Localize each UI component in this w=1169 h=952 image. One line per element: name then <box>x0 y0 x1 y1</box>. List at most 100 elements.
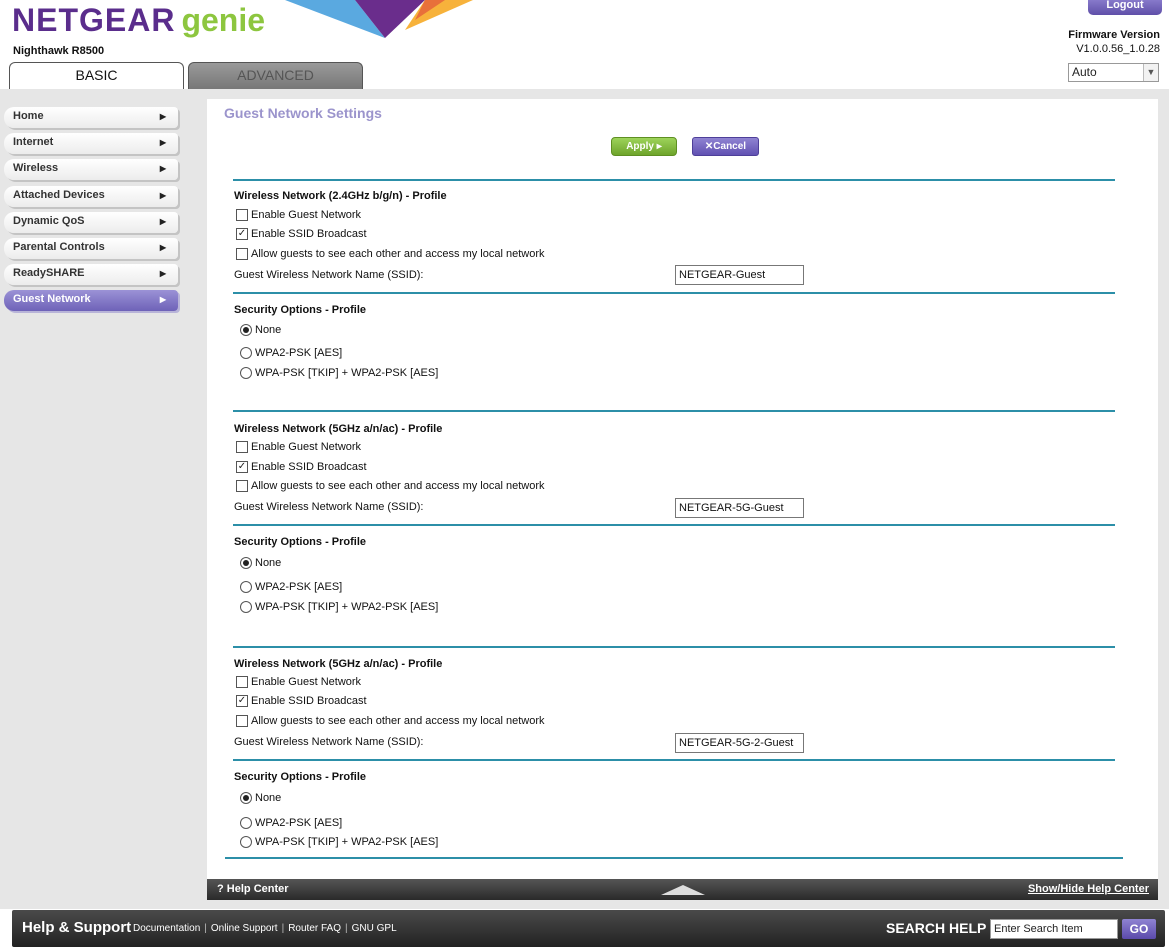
security-5g-wpa2-radio[interactable] <box>240 581 252 593</box>
help-circle-icon: ? <box>217 883 224 895</box>
router-faq-link[interactable]: Router FAQ <box>288 923 341 934</box>
ssid-broadcast-5g-checkbox[interactable]: ✓ <box>236 461 248 473</box>
radio-label: WPA2-PSK [AES] <box>255 581 343 593</box>
enable-guest-network-24-checkbox[interactable] <box>236 209 248 221</box>
chevron-down-icon: ▼ <box>1143 64 1158 81</box>
ssid-broadcast-5g-row[interactable]: ✓ Enable SSID Broadcast <box>236 461 367 473</box>
search-help-label: SEARCH HELP <box>886 920 987 936</box>
expand-arrow-icon[interactable] <box>661 885 705 895</box>
arrow-right-icon: ▶ <box>159 190 166 200</box>
logout-button[interactable]: Logout <box>1088 0 1162 15</box>
sidebar-item-internet[interactable]: Internet ▶ <box>4 133 178 155</box>
ssid-5g2-input[interactable]: NETGEAR-5G-2-Guest <box>675 733 804 753</box>
security-24-wpa2-row[interactable]: WPA2-PSK [AES] <box>240 347 342 359</box>
ssid-broadcast-5g2-checkbox[interactable]: ✓ <box>236 695 248 707</box>
checkbox-label: Allow guests to see each other and acces… <box>251 248 545 260</box>
gnu-gpl-link[interactable]: GNU GPL <box>352 923 397 934</box>
link-separator: | <box>345 923 348 934</box>
arrow-right-icon: ▶ <box>159 216 166 226</box>
security-title: Security Options - Profile <box>234 771 367 783</box>
security-title: Security Options - Profile <box>234 536 367 548</box>
security-5g-none-radio[interactable] <box>240 557 252 569</box>
security-5g2-wpa2-row[interactable]: WPA2-PSK [AES] <box>240 817 342 829</box>
language-select[interactable]: Auto ▼ <box>1068 63 1159 82</box>
allow-local-5g2-row[interactable]: Allow guests to see each other and acces… <box>236 715 544 727</box>
enable-guest-network-5g-row[interactable]: Enable Guest Network <box>236 441 361 453</box>
sidebar-item-label: ReadySHARE <box>13 267 85 280</box>
arrow-right-icon: ▶ <box>159 242 166 252</box>
ssid-broadcast-24-checkbox[interactable]: ✓ <box>236 228 248 240</box>
security-5g-wpa2-row[interactable]: WPA2-PSK [AES] <box>240 581 342 593</box>
main-panel: Guest Network Settings Apply ▸ ✕Cancel W… <box>207 99 1158 879</box>
section-divider <box>233 524 1115 526</box>
arrow-right-icon: ▶ <box>159 138 166 148</box>
checkbox-label: Enable Guest Network <box>251 209 362 221</box>
sidebar-item-label: Internet <box>13 136 54 149</box>
radio-label: None <box>255 557 282 569</box>
sidebar-item-dynamic-qos[interactable]: Dynamic QoS ▶ <box>4 211 178 233</box>
tab-basic[interactable]: BASIC <box>9 62 184 89</box>
sidebar-item-guest-network[interactable]: Guest Network ▶ <box>4 290 178 312</box>
security-24-none-row[interactable]: None <box>240 324 281 336</box>
allow-local-5g-checkbox[interactable] <box>236 480 248 492</box>
arrow-right-icon: ▶ <box>159 269 166 279</box>
enable-guest-network-24-row[interactable]: Enable Guest Network <box>236 209 361 221</box>
online-support-link[interactable]: Online Support <box>211 923 278 934</box>
security-5g2-none-radio[interactable] <box>240 792 252 804</box>
section-divider <box>233 759 1115 761</box>
ssid-broadcast-24-row[interactable]: ✓ Enable SSID Broadcast <box>236 228 367 240</box>
tab-advanced[interactable]: ADVANCED <box>188 62 363 89</box>
header: NETGEAR genie Nighthawk R8500 Logout Firm… <box>0 0 1169 90</box>
ssid-24-input[interactable]: NETGEAR-Guest <box>675 265 804 285</box>
ssid-5g-input[interactable]: NETGEAR-5G-Guest <box>675 498 804 518</box>
allow-local-5g-row[interactable]: Allow guests to see each other and acces… <box>236 480 544 492</box>
sidebar-item-parental-controls[interactable]: Parental Controls ▶ <box>4 237 178 259</box>
sidebar-item-label: Guest Network <box>13 293 91 306</box>
checkbox-label: Allow guests to see each other and acces… <box>251 715 545 727</box>
security-5g2-wpa2-radio[interactable] <box>240 817 252 829</box>
ssid-broadcast-5g2-row[interactable]: ✓ Enable SSID Broadcast <box>236 695 367 707</box>
sidebar-item-wireless[interactable]: Wireless ▶ <box>4 159 178 181</box>
security-5g2-wpa-mixed-row[interactable]: WPA-PSK [TKIP] + WPA2-PSK [AES] <box>240 836 438 848</box>
sidebar-item-readyshare[interactable]: ReadySHARE ▶ <box>4 264 178 286</box>
security-5g-wpa-mixed-radio[interactable] <box>240 601 252 613</box>
ssid-label: Guest Wireless Network Name (SSID): <box>234 501 424 513</box>
checkbox-label: Enable SSID Broadcast <box>251 461 367 473</box>
arrow-right-icon: ▶ <box>159 112 166 121</box>
cancel-button[interactable]: ✕Cancel <box>692 137 759 156</box>
security-24-none-radio[interactable] <box>240 324 252 336</box>
enable-guest-network-5g-checkbox[interactable] <box>236 441 248 453</box>
security-5g-none-row[interactable]: None <box>240 557 281 569</box>
security-24-wpa-mixed-row[interactable]: WPA-PSK [TKIP] + WPA2-PSK [AES] <box>240 367 438 379</box>
allow-local-5g2-checkbox[interactable] <box>236 715 248 727</box>
sidebar-item-label: Parental Controls <box>13 240 105 253</box>
allow-local-24-checkbox[interactable] <box>236 248 248 260</box>
sidebar-item-attached-devices[interactable]: Attached Devices ▶ <box>4 185 178 207</box>
radio-label: WPA-PSK [TKIP] + WPA2-PSK [AES] <box>255 367 439 379</box>
radio-label: WPA-PSK [TKIP] + WPA2-PSK [AES] <box>255 836 439 848</box>
documentation-link[interactable]: Documentation <box>133 923 200 934</box>
sidebar-item-home[interactable]: Home ▶ <box>4 107 178 128</box>
help-center-bar: ? Help Center Show/Hide Help Center <box>207 879 1158 900</box>
allow-local-24-row[interactable]: Allow guests to see each other and acces… <box>236 248 544 260</box>
enable-guest-network-5g2-checkbox[interactable] <box>236 676 248 688</box>
help-center-toggle[interactable]: ? Help Center <box>217 883 289 895</box>
enable-guest-network-5g2-row[interactable]: Enable Guest Network <box>236 676 361 688</box>
firmware-version: V1.0.0.56_1.0.28 <box>1076 43 1160 55</box>
radio-label: None <box>255 324 282 336</box>
security-5g2-wpa-mixed-radio[interactable] <box>240 836 252 848</box>
sidebar-item-label: Attached Devices <box>13 188 105 201</box>
security-24-wpa-mixed-radio[interactable] <box>240 367 252 379</box>
profile-title: Wireless Network (2.4GHz b/g/n) - Profil… <box>234 190 447 202</box>
section-divider <box>233 646 1115 648</box>
go-button[interactable]: GO <box>1122 919 1156 939</box>
search-input[interactable]: Enter Search Item <box>990 919 1118 939</box>
profile-title: Wireless Network (5GHz a/n/ac) - Profile <box>234 658 443 670</box>
security-5g2-none-row[interactable]: None <box>240 792 281 804</box>
kite-graphic <box>285 0 473 38</box>
security-5g-wpa-mixed-row[interactable]: WPA-PSK [TKIP] + WPA2-PSK [AES] <box>240 601 438 613</box>
apply-button[interactable]: Apply ▸ <box>611 137 677 156</box>
security-24-wpa2-radio[interactable] <box>240 347 252 359</box>
show-hide-help-link[interactable]: Show/Hide Help Center <box>1028 883 1149 895</box>
link-separator: | <box>204 923 207 934</box>
